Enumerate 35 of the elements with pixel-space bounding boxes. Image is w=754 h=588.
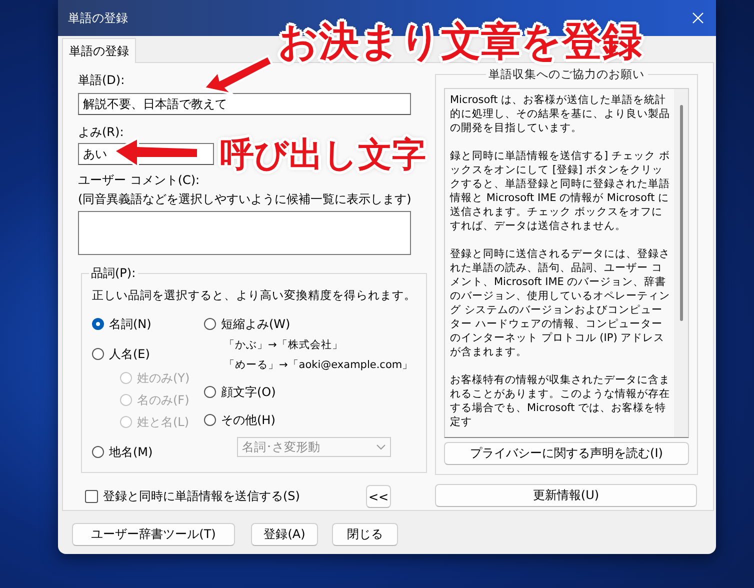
hint-text: (同音異義語などを選択しやすいように候補一覧に表示します): [78, 192, 412, 207]
group-label: 単語収集へのご協力のお願い: [488, 67, 646, 82]
field-label: 単語(D):: [78, 73, 126, 88]
input-field[interactable]: 解説不要、日本語で教えて: [78, 93, 411, 115]
info-paragraph: お客様特有の情報が収集されたデータに含まれることがあります。このような情報が存在する場合でも、Microsoft では、お客様を特定す: [450, 373, 670, 429]
info-paragraph: 録と同時に単語情報を送信する] チェック ボックスをオンにして [登録] ボタンをクリックすると、単語登録と同時に登録された単語情報と Microsoft IME の情報が Microsoft に送信されます。チェック ボックスをオフにすれば、データは送信されません。: [450, 149, 670, 233]
chevron-down-icon: [376, 444, 386, 450]
radio-option[interactable]: 地名(M): [92, 441, 204, 463]
collapse-button[interactable]: <<: [366, 485, 391, 508]
field-label: よみ(R):: [78, 125, 125, 140]
annotation-text: 呼び出し文字: [220, 138, 426, 172]
scrollbar-thumb[interactable]: [680, 105, 682, 321]
info-paragraph: 登録と同時に送信されるデータには、登録された単語の読み、語句、品詞、ユーザー コメント、Microsoft IME のバージョン、辞書のバージョン、使用しているオペレーティング システムのバージョンおよびコンピューター ハードウェアの情報、コンピューターのインターネット プロトコル (IP) アドレスが含まれます。: [450, 247, 670, 359]
tab[interactable]: 単語の登録: [62, 38, 136, 63]
dialog-button[interactable]: ユーザー辞書ツール(T): [72, 523, 235, 546]
checkbox[interactable]: 登録と同時に単語情報を送信する(S): [85, 488, 300, 505]
window-title: 単語の登録: [68, 10, 128, 26]
info-paragraph: Microsoft は、お客様が送信した単語を統計的に処理し、その結果を基に、より良い製品の開発を目指しています。: [450, 93, 670, 135]
field-label: ユーザー コメント(C):: [78, 173, 201, 188]
radio-option[interactable]: 人名(E): [92, 343, 204, 365]
radio-option[interactable]: その他(H): [204, 409, 404, 431]
radio-option[interactable]: 名詞(N): [92, 313, 204, 335]
group-label: 品詞(P):: [90, 265, 137, 282]
radio-option[interactable]: 顔文字(O): [204, 381, 404, 403]
description-text: 正しい品詞を選択すると、より高い変換精度を得られます。: [92, 288, 416, 303]
comment-field[interactable]: [78, 211, 411, 255]
close-button[interactable]: [690, 10, 706, 26]
radio-option[interactable]: 短縮よみ(W): [204, 313, 404, 335]
update-button[interactable]: 更新情報(U): [435, 484, 697, 507]
privacy-button[interactable]: プライバシーに関する声明を読む(I): [444, 442, 689, 465]
example-text: 「めーる」→「aoki@example.com」: [223, 358, 404, 373]
dialog-button[interactable]: 登録(A): [251, 523, 318, 546]
close-icon: [690, 10, 706, 26]
example-text: 「かぶ」→「株式会社」: [223, 338, 344, 353]
dialog-button[interactable]: 閉じる: [332, 523, 398, 546]
